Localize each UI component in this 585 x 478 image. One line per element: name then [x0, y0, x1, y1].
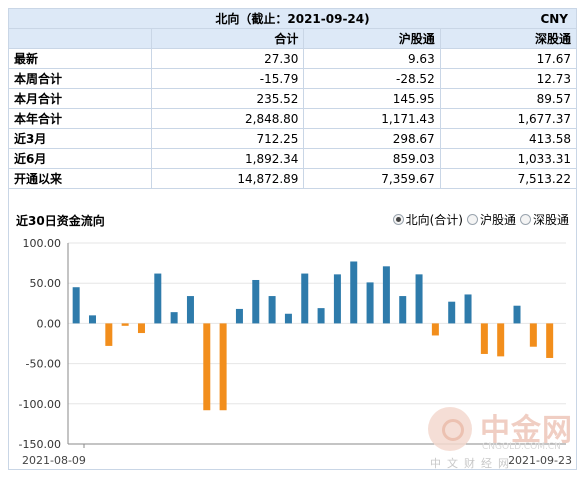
bar: [203, 323, 211, 411]
bar: [268, 296, 276, 324]
y-tick-label: 50.00: [30, 277, 62, 290]
watermark-url: CNGOLD.COM.CN: [482, 442, 561, 452]
bar: [399, 296, 407, 324]
bar: [497, 323, 505, 357]
bar: [170, 312, 178, 324]
bar: [301, 273, 309, 324]
bar: [219, 323, 227, 411]
bar: [252, 279, 260, 324]
bar: [382, 266, 390, 324]
x-tick-label: 2021-08-09: [22, 454, 86, 467]
bar: [154, 273, 162, 324]
bar: [464, 294, 472, 324]
bar: [88, 315, 96, 324]
bar: [137, 323, 145, 334]
y-tick-label: 0.00: [37, 317, 62, 330]
bar: [235, 308, 243, 324]
watermark: 中金网 CNGOLD.COM.CN 中文财经网: [428, 405, 578, 473]
bar: [72, 287, 80, 324]
y-tick-label: 100.00: [23, 237, 62, 250]
bar: [105, 323, 113, 346]
y-tick-label: -100.00: [19, 398, 61, 411]
y-tick-label: -50.00: [26, 358, 61, 371]
bar: [366, 282, 374, 324]
cngold-logo-icon: [428, 407, 472, 451]
bar: [317, 308, 325, 324]
bar: [284, 313, 292, 324]
bar: [415, 274, 423, 324]
bar: [448, 301, 456, 324]
bar: [513, 305, 521, 324]
bar: [186, 296, 194, 324]
bar: [546, 323, 554, 358]
bar: [480, 323, 488, 354]
y-tick-label: -150.00: [19, 438, 61, 451]
watermark-subtitle: 中文财经网: [430, 457, 515, 470]
bar: [333, 274, 341, 324]
bar: [431, 323, 439, 336]
bar: [350, 261, 358, 324]
bar: [529, 323, 537, 347]
bar: [121, 323, 129, 326]
